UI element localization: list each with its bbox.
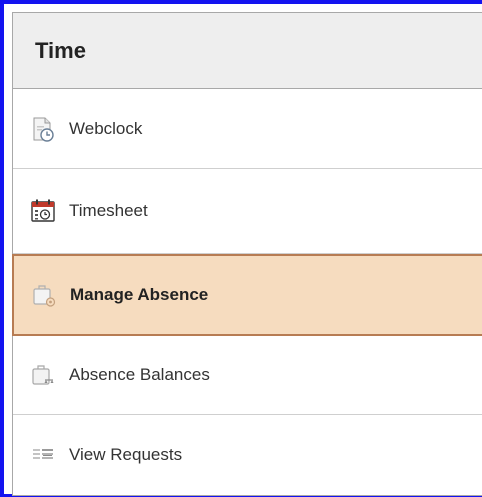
briefcase-scale-icon [29, 361, 57, 389]
calendar-clock-icon [29, 197, 57, 225]
nav-item-timesheet[interactable]: Timesheet [13, 169, 482, 254]
nav-item-label: Webclock [69, 118, 143, 138]
list-icon [29, 441, 57, 469]
nav-item-manage-absence[interactable]: Manage Absence [12, 254, 482, 336]
webclock-icon [29, 115, 57, 143]
nav-item-label: View Requests [69, 445, 183, 464]
nav-item-label: Absence Balances [69, 365, 210, 384]
nav-item-webclock[interactable]: Webclock [13, 89, 482, 169]
nav-item-label: Manage Absence [70, 285, 209, 304]
nav-item-absence-balances[interactable]: Absence Balances [13, 336, 482, 415]
nav-item-label: Timesheet [69, 201, 148, 220]
nav-item-view-requests[interactable]: View Requests [13, 415, 482, 495]
briefcase-gear-icon [30, 281, 58, 309]
panel-header: Time [13, 13, 482, 89]
time-panel: Time Webclock Timesheet Manage Absence A… [12, 12, 482, 496]
panel-title: Time [35, 37, 86, 63]
window-frame: Time Webclock Timesheet Manage Absence A… [0, 0, 482, 497]
